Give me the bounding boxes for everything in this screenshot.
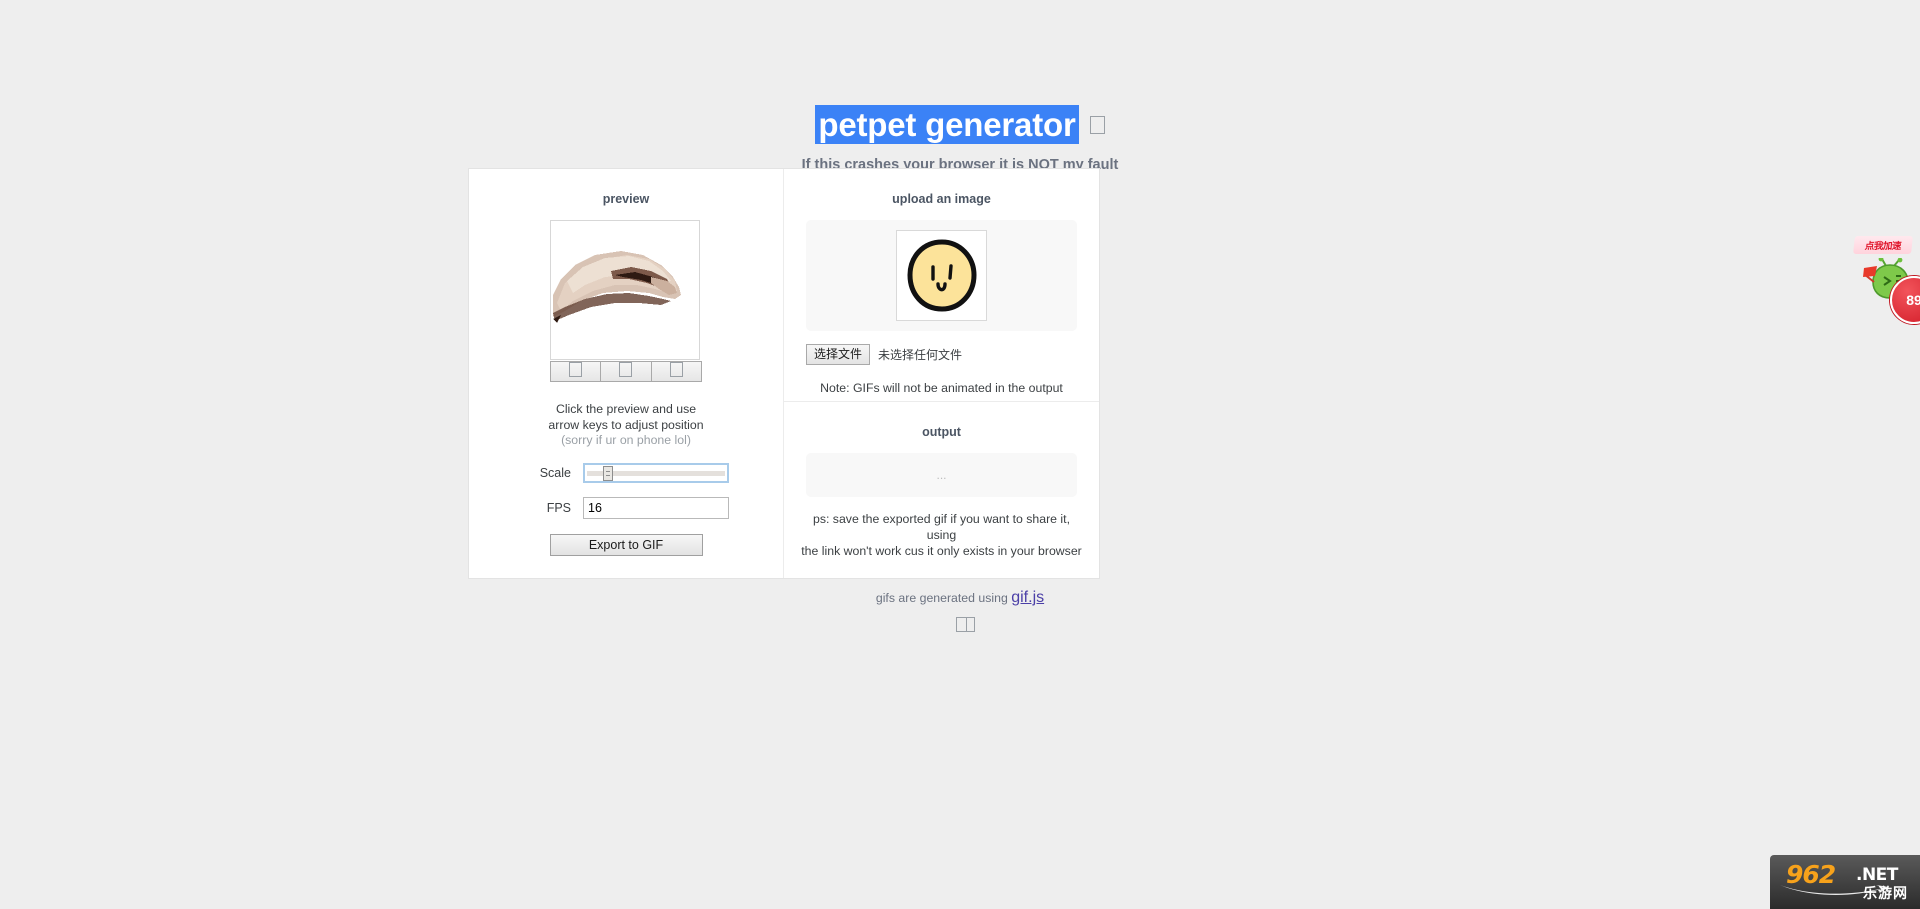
upload-dropzone[interactable] (806, 220, 1077, 331)
pad-button-center[interactable] (600, 361, 652, 382)
ad-bubble-text[interactable]: 点我加速 (1853, 236, 1913, 254)
output-placeholder: ... (806, 453, 1077, 497)
right-column: upload an image 选择文件 未选择任何文件 Note: GIFs … (784, 169, 1099, 578)
file-status-text: 未选择任何文件 (878, 348, 963, 362)
pad-button-row (550, 361, 702, 382)
scale-control-row: Scale (469, 462, 783, 483)
export-to-gif-button[interactable]: Export to GIF (549, 533, 703, 556)
pad-button-right[interactable] (650, 361, 702, 382)
missing-glyph-icon (956, 617, 975, 633)
output-section: output ... ps: save the exported gif if … (784, 402, 1099, 578)
preview-hint: Click the preview and use arrow keys to … (469, 402, 783, 449)
watermark-chinese: 乐游网 (1863, 885, 1908, 901)
preview-canvas[interactable] (550, 220, 700, 360)
ad-widget[interactable]: 点我加速 89 (1853, 236, 1920, 324)
output-section-title: output (922, 425, 961, 439)
preview-hint-line-1: Click the preview and use (555, 402, 697, 416)
page-footer: gifs are generated using gif.js (0, 589, 1920, 636)
uploaded-image-thumbnail (896, 230, 987, 321)
page-title-text: petpet generator (815, 105, 1079, 144)
file-input-row: 选择文件 未选择任何文件 (806, 344, 1077, 365)
missing-glyph-icon (619, 362, 633, 377)
watermark-tld: .NET (1856, 865, 1898, 885)
page-header: petpet generator If this crashes your br… (0, 0, 1920, 173)
output-ps-line-2: the link won't work cus it only exists i… (801, 543, 1082, 558)
page-root: petpet generator If this crashes your br… (0, 0, 1920, 909)
upload-note: Note: GIFs will not be animated in the o… (820, 381, 1063, 395)
fps-input[interactable] (583, 496, 729, 519)
fps-label: FPS (546, 500, 571, 515)
preview-hint-line-2: arrow keys to adjust position (548, 417, 704, 432)
missing-glyph-icon (669, 362, 683, 377)
upload-section: upload an image 选择文件 未选择任何文件 Note: GIFs … (784, 169, 1099, 402)
missing-glyph-icon (569, 362, 583, 377)
upload-section-title: upload an image (892, 192, 991, 206)
pad-button-left[interactable] (550, 361, 602, 382)
petting-hand-image (553, 251, 681, 323)
preview-wrapper (550, 220, 702, 382)
footer-text: gifs are generated using (875, 591, 1012, 605)
choose-file-button[interactable]: 选择文件 (806, 344, 871, 365)
scale-slider[interactable] (583, 462, 729, 483)
fps-control-row: FPS (469, 496, 783, 519)
footer-glyph-row (0, 617, 1920, 636)
preview-section-title: preview (602, 192, 650, 206)
site-watermark: 962 .NET 乐游网 (1770, 855, 1920, 909)
preview-hint-line-3: (sorry if ur on phone lol) (561, 433, 691, 448)
scale-slider-thumb[interactable] (603, 465, 613, 481)
scale-label: Scale (539, 465, 571, 480)
missing-glyph-icon (1089, 116, 1105, 135)
page-title: petpet generator (815, 105, 1105, 144)
preview-column: preview Click the preview and use arrow … (469, 169, 784, 578)
smiley-face-icon (907, 239, 976, 311)
main-card: preview Click the preview and use arrow … (468, 168, 1100, 579)
output-ps-note: ps: save the exported gif if you want to… (784, 512, 1099, 560)
gifjs-link[interactable]: gif.js (1011, 589, 1044, 606)
output-ps-line-1: ps: save the exported gif if you want to… (812, 512, 1070, 542)
